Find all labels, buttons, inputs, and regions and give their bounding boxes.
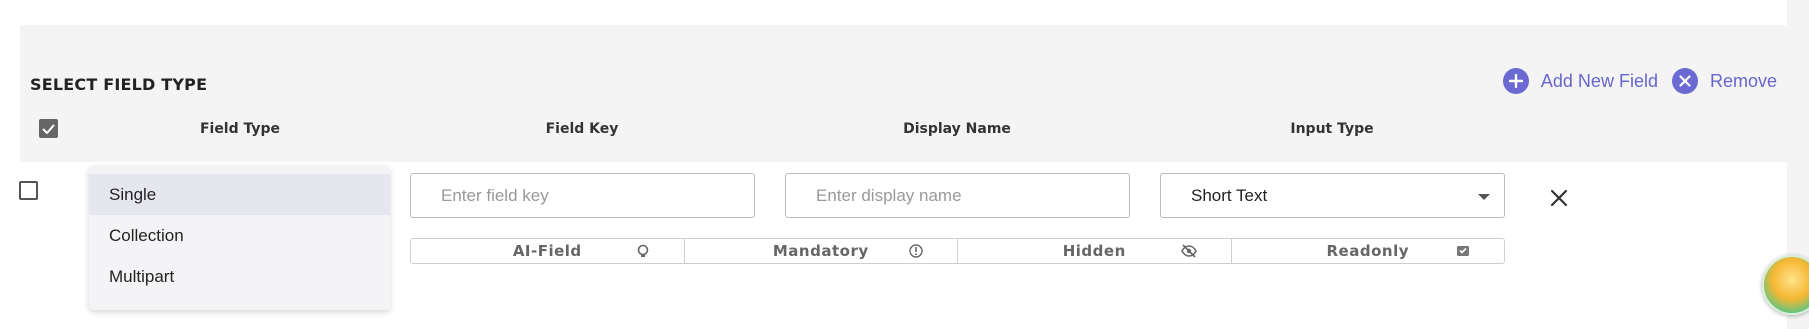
assistant-avatar[interactable] <box>1762 255 1809 315</box>
lightbulb-icon <box>637 244 648 257</box>
readonly-icon <box>1457 246 1469 256</box>
field-options-bar: AI-Field Mandatory Hidden Readonly <box>410 238 1505 264</box>
info-icon <box>909 244 923 258</box>
column-header-input-type: Input Type <box>1290 121 1374 137</box>
column-header-field-key: Field Key <box>545 121 619 137</box>
toggle-mandatory[interactable]: Mandatory <box>685 239 958 263</box>
field-type-dropdown[interactable]: Single Collection Multipart <box>89 166 390 310</box>
section-title: SELECT FIELD TYPE <box>30 75 208 94</box>
add-new-field-button[interactable]: Add New Field <box>1502 68 1658 94</box>
toggle-label: Mandatory <box>772 242 869 260</box>
plus-icon <box>1502 68 1529 94</box>
toggle-label: AI-Field <box>512 242 582 260</box>
input-type-value: Short Text <box>1191 185 1268 205</box>
dropdown-option-collection[interactable]: Collection <box>89 215 390 256</box>
toggle-ai-field[interactable]: AI-Field <box>411 239 685 263</box>
dropdown-option-single[interactable]: Single <box>89 174 390 215</box>
dropdown-option-multipart[interactable]: Multipart <box>89 256 390 297</box>
close-icon <box>1550 189 1568 207</box>
input-type-select[interactable]: Short Text <box>1160 173 1505 218</box>
remove-row-button[interactable] <box>1546 185 1572 211</box>
toggle-readonly[interactable]: Readonly <box>1232 239 1505 263</box>
display-name-input[interactable] <box>785 173 1130 218</box>
toggle-hidden[interactable]: Hidden <box>958 239 1232 263</box>
eye-off-icon <box>1180 244 1197 258</box>
row-checkbox[interactable] <box>19 181 38 200</box>
close-circle-icon <box>1671 68 1698 94</box>
chevron-down-icon <box>1478 194 1490 200</box>
remove-button[interactable]: Remove <box>1671 68 1777 94</box>
add-new-field-label: Add New Field <box>1540 70 1658 91</box>
field-key-input[interactable] <box>410 173 755 218</box>
header-actions: Add New Field Remove <box>1502 68 1777 94</box>
column-header-field-type: Field Type <box>199 121 281 137</box>
toggle-label: Hidden <box>1062 242 1126 260</box>
remove-label: Remove <box>1709 70 1777 91</box>
toggle-label: Readonly <box>1326 242 1409 260</box>
column-header-display-name: Display Name <box>903 121 1011 137</box>
select-all-checkbox[interactable] <box>39 119 58 138</box>
